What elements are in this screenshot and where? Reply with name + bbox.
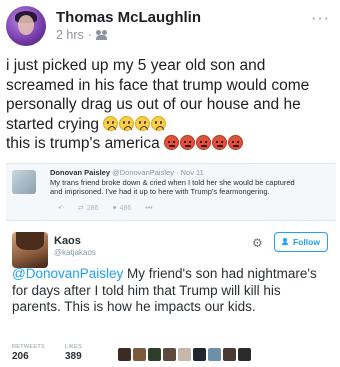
retweet-action[interactable]: ⇄ 286: [77, 204, 99, 213]
liker-avatar[interactable]: [238, 348, 251, 361]
liker-avatar[interactable]: [148, 348, 161, 361]
gear-icon[interactable]: ⚙: [252, 237, 264, 249]
retweets-count: 206: [12, 351, 29, 362]
likers-avatars: [118, 348, 251, 361]
post-text-line2: this is trump's america: [6, 135, 160, 152]
avatar-hair: [16, 232, 44, 250]
retweet-icon: ⇄: [77, 205, 84, 212]
quoted-like-count: 486: [119, 204, 132, 212]
worried-face-icon: [135, 115, 151, 131]
angry-face-icon: [228, 135, 244, 150]
liker-avatar[interactable]: [118, 348, 131, 361]
liker-avatar[interactable]: [223, 348, 236, 361]
post-time[interactable]: 2 hrs: [56, 28, 84, 42]
worried-face-icon: [119, 115, 135, 131]
avatar-face: [18, 15, 34, 35]
angry-face-icon: [180, 135, 196, 150]
more-icon[interactable]: •••: [145, 205, 152, 212]
tweet-stats: RETWEETS 206 LIKES 389: [12, 344, 82, 362]
more-options-icon[interactable]: ···: [311, 10, 330, 28]
follow-button[interactable]: Follow: [274, 232, 328, 252]
main-tweet-avatar[interactable]: [12, 232, 48, 268]
mention-link[interactable]: @DonovanPaisley: [12, 266, 123, 281]
main-tweet-name[interactable]: Kaos: [54, 235, 81, 247]
meta-separator: ·: [87, 28, 92, 42]
quoted-retweet-count: 286: [86, 204, 99, 212]
quoted-tweet-handle[interactable]: @DonovanPaisley: [112, 168, 174, 177]
quoted-tweet-date: · Nov 11: [176, 168, 204, 177]
worried-face-icon: [151, 115, 167, 131]
author-name[interactable]: Thomas McLaughlin: [56, 9, 201, 26]
worried-face-icon: [103, 115, 119, 131]
angry-face-icon: [212, 135, 228, 150]
likes-count: 389: [64, 351, 82, 362]
quoted-tweet-name[interactable]: Donovan Paisley: [50, 168, 110, 177]
retweets-stat[interactable]: RETWEETS 206: [12, 344, 45, 362]
author-avatar[interactable]: [6, 6, 46, 46]
like-action[interactable]: ♥ 486: [112, 205, 131, 212]
post-body: i just picked up my 5 year old son and s…: [6, 56, 336, 154]
liker-avatar[interactable]: [133, 348, 146, 361]
follow-label: Follow: [293, 237, 320, 247]
main-tweet-handle[interactable]: @katjakaos: [54, 248, 96, 257]
liker-avatar[interactable]: [193, 348, 206, 361]
liker-avatar[interactable]: [178, 348, 191, 361]
post-header: Thomas McLaughlin 2 hrs · ···: [6, 6, 334, 48]
quoted-tweet-text: My trans friend broke down & cried when …: [50, 178, 295, 196]
likes-label: LIKES: [64, 344, 83, 350]
angry-face-icon: [164, 135, 180, 150]
quoted-tweet[interactable]: Donovan Paisley @DonovanPaisley · Nov 11…: [6, 163, 336, 221]
liker-avatar[interactable]: [208, 348, 221, 361]
post-meta: 2 hrs ·: [56, 28, 108, 42]
liker-avatar[interactable]: [163, 348, 176, 361]
angry-face-icon: [196, 135, 212, 150]
likes-stat[interactable]: LIKES 389: [65, 344, 82, 362]
main-tweet: Kaos @katjakaos ⚙ Follow @DonovanPaisley…: [6, 226, 336, 364]
friends-icon[interactable]: [95, 30, 108, 40]
quoted-tweet-avatar[interactable]: [12, 170, 36, 194]
quoted-tweet-header: Donovan Paisley @DonovanPaisley · Nov 11: [50, 168, 204, 177]
heart-icon: ♥: [112, 204, 117, 212]
add-person-icon: [282, 238, 290, 246]
retweets-label: RETWEETS: [12, 344, 45, 350]
main-tweet-text: @DonovanPaisley My friend's son had nigh…: [12, 266, 332, 316]
reply-icon[interactable]: ↶: [58, 204, 64, 212]
quoted-tweet-actions: ↶ ⇄ 286 ♥ 486 •••: [58, 204, 153, 213]
